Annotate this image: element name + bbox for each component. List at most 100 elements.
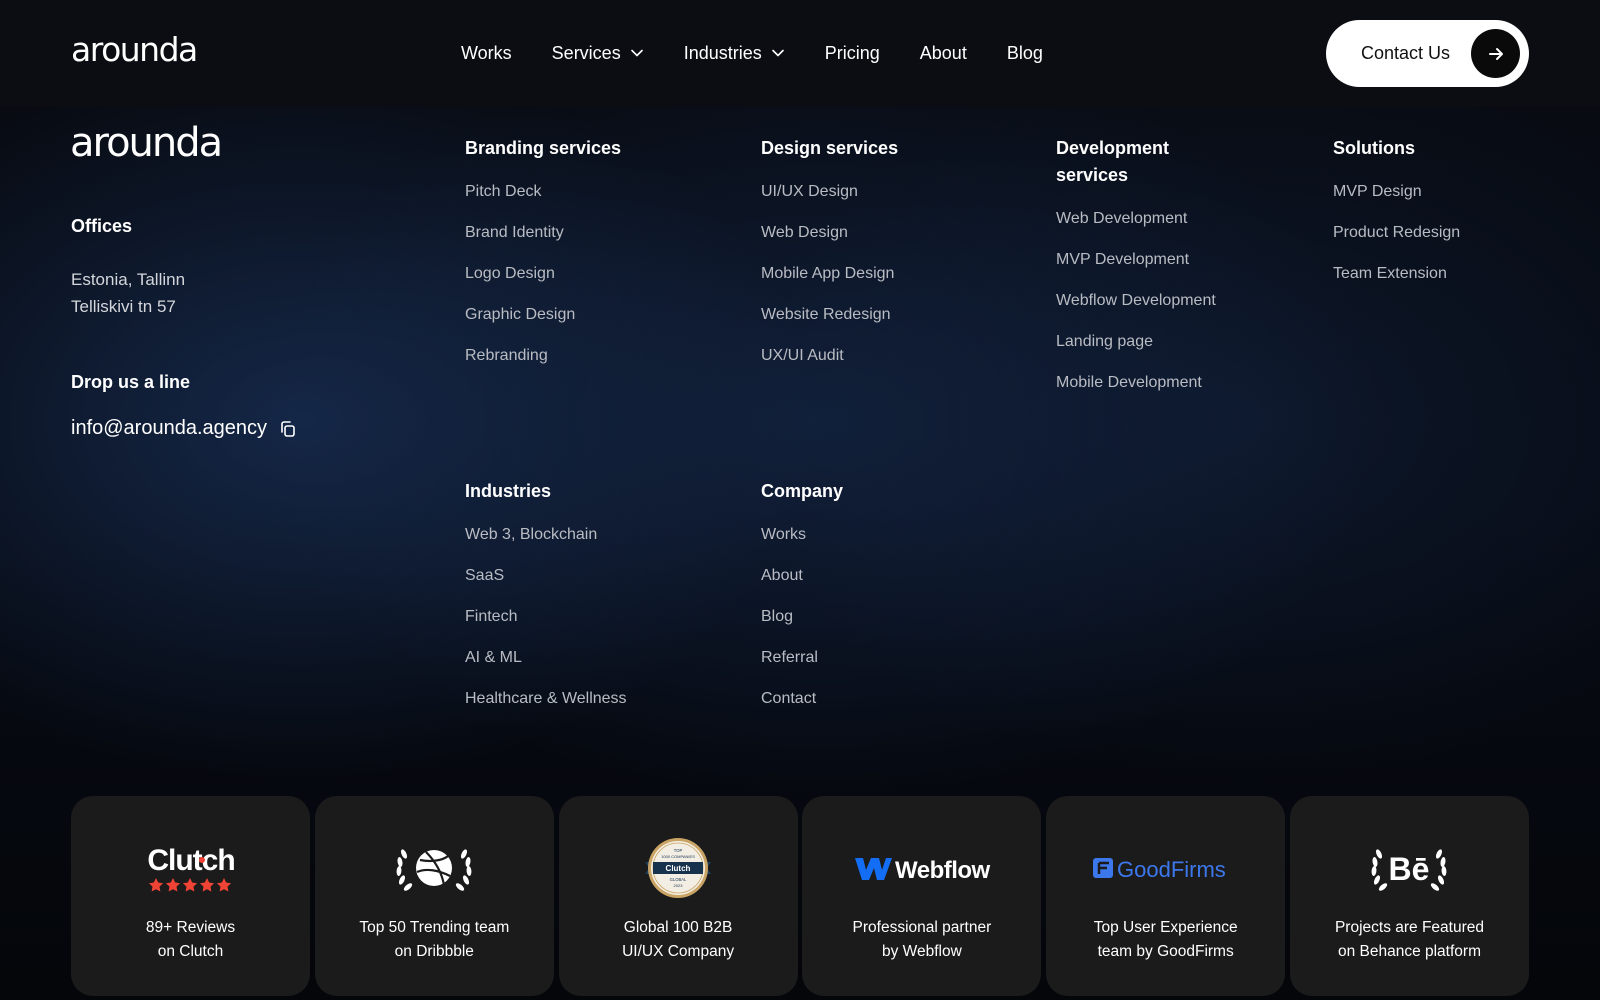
laurel-right-icon [456, 849, 472, 891]
seal-text: 2023 [674, 883, 684, 888]
nav-item-pricing[interactable]: Pricing [825, 43, 880, 64]
footer-link[interactable]: Web Design [761, 222, 898, 263]
clutch-logo: Clutch [71, 840, 310, 896]
column-title-line: Development [1056, 138, 1170, 158]
link-list: Pitch Deck Brand Identity Logo Design Gr… [465, 181, 621, 386]
design-services-column: Design services UI/UX Design Web Design … [761, 135, 898, 386]
nav-item-services[interactable]: Services [552, 43, 644, 64]
column-title-line: services [1056, 165, 1129, 185]
footer-link[interactable]: Works [761, 524, 843, 565]
badge-caption: 89+ Reviews on Clutch [71, 916, 310, 964]
footer-link[interactable]: Team Extension [1333, 263, 1460, 304]
nav-item-works[interactable]: Works [461, 43, 512, 64]
laurel-left-icon [1372, 849, 1388, 891]
footer-link[interactable]: Pitch Deck [465, 181, 621, 222]
webflow-mark-icon [854, 858, 892, 880]
footer-link[interactable]: Product Redesign [1333, 222, 1460, 263]
laurel-right-icon [1431, 849, 1447, 891]
development-services-column: Development services Web Development MVP… [1056, 135, 1216, 413]
header-logo[interactable]: arounda [71, 30, 198, 69]
footer-link[interactable]: MVP Design [1333, 181, 1460, 222]
dribbble-laurel-icon [315, 840, 554, 896]
industries-column: Industries Web 3, Blockchain SaaS Fintec… [465, 478, 627, 729]
footer-link[interactable]: Referral [761, 647, 843, 688]
badge-caption-line: Top User Experience [1093, 919, 1238, 936]
office-city: Estonia, Tallinn [71, 270, 186, 289]
footer-link[interactable]: About [761, 565, 843, 606]
footer-logo[interactable]: arounda [70, 120, 223, 166]
nav-item-label: Blog [1006, 42, 1043, 63]
offices-heading: Offices [71, 216, 133, 236]
solutions-column: Solutions MVP Design Product Redesign Te… [1333, 135, 1460, 304]
badge-caption: Top User Experience team by GoodFirms [1046, 916, 1285, 964]
behance-wordmark: Bē [1389, 851, 1430, 887]
webflow-badge[interactable]: Webflow Professional partner by Webflow [802, 796, 1042, 996]
footer-link[interactable]: SaaS [465, 565, 627, 606]
copy-icon[interactable] [279, 420, 297, 438]
footer-link[interactable]: Rebranding [465, 345, 621, 386]
footer-link[interactable]: Logo Design [465, 263, 621, 304]
badge-caption-line: team by GoodFirms [1097, 943, 1234, 960]
badge-caption-line: Professional partner [852, 919, 992, 936]
contact-us-button[interactable]: Contact Us [1326, 20, 1529, 87]
footer-link[interactable]: Webflow Development [1056, 290, 1216, 331]
nav-item-blog[interactable]: Blog [1007, 43, 1043, 64]
footer-link[interactable]: Mobile Development [1056, 372, 1216, 413]
contact-us-label: Contact Us [1361, 43, 1451, 63]
footer-link[interactable]: Brand Identity [465, 222, 621, 263]
behance-badge[interactable]: Bē Projects are Featured on Behance plat… [1289, 796, 1529, 996]
footer-link[interactable]: UX/UI Audit [761, 345, 898, 386]
link-list: UI/UX Design Web Design Mobile App Desig… [761, 181, 898, 386]
footer-link[interactable]: Healthcare & Wellness [465, 688, 627, 729]
badge-caption-line: UI/UX Company [622, 943, 735, 960]
footer-link[interactable]: Website Redesign [761, 304, 898, 345]
company-column: Company Works About Blog Referral Contac… [761, 478, 843, 729]
footer-link[interactable]: Blog [761, 606, 843, 647]
laurel-left-icon [396, 849, 413, 891]
office-street: Telliskivi tn 57 [71, 297, 176, 316]
footer-link[interactable]: Fintech [465, 606, 627, 647]
clutch-badge[interactable]: Clutch 89+ Reviews on Clutch [71, 796, 310, 996]
link-list: Web Development MVP Development Webflow … [1056, 208, 1216, 413]
goodfirms-badge[interactable]: GoodFirms Top User Experience team by Go… [1046, 796, 1286, 996]
site-header: arounda Works Services Industries Pricin… [0, 0, 1600, 107]
webflow-wordmark: Webflow [895, 857, 991, 884]
chevron-down-icon [630, 49, 643, 57]
dribbble-badge[interactable]: Top 50 Trending team on Dribbble [314, 796, 554, 996]
webflow-logo: Webflow [802, 840, 1041, 896]
column-title: Branding services [465, 138, 622, 158]
link-list: MVP Design Product Redesign Team Extensi… [1333, 181, 1460, 304]
clutch-wordmark: Clutch [147, 844, 234, 877]
chevron-down-icon [771, 49, 784, 57]
column-title: Development services [1056, 135, 1216, 189]
footer-link[interactable]: Landing page [1056, 331, 1216, 372]
badge-caption-line: 89+ Reviews [145, 919, 236, 936]
footer-link[interactable]: Contact [761, 688, 843, 729]
badge-caption-line: on Dribbble [394, 943, 474, 960]
nav-item-label: About [919, 42, 967, 63]
footer-link[interactable]: AI & ML [465, 647, 627, 688]
nav-item-label: Services [551, 42, 621, 63]
footer-link[interactable]: Web 3, Blockchain [465, 524, 627, 565]
badge-caption: Global 100 B2B UI/UX Company [559, 916, 798, 964]
goodfirms-wordmark: GoodFirms [1117, 857, 1226, 882]
office-address: Estonia, Tallinn Telliskivi tn 57 [71, 266, 185, 320]
branding-services-column: Branding services Pitch Deck Brand Ident… [465, 135, 621, 386]
footer-link[interactable]: MVP Development [1056, 249, 1216, 290]
link-list: Works About Blog Referral Contact [761, 524, 843, 729]
column-title: Company [761, 481, 844, 501]
clutch-global-badge[interactable]: TOP 1000 COMPANIES Clutch GLOBAL 2023 Gl… [558, 796, 798, 996]
badge-caption-line: by Webflow [881, 943, 962, 960]
drop-line-heading: Drop us a line [71, 372, 191, 392]
footer-link[interactable]: Web Development [1056, 208, 1216, 249]
footer-link[interactable]: UI/UX Design [761, 181, 898, 222]
star-rating-icon [148, 878, 231, 892]
footer-link[interactable]: Graphic Design [465, 304, 621, 345]
awards-row: Clutch 89+ Reviews on Clutch Top 50 Tren… [71, 796, 1529, 996]
clutch-global-seal: TOP 1000 COMPANIES Clutch GLOBAL 2023 [559, 838, 798, 898]
footer-link[interactable]: Mobile App Design [761, 263, 898, 304]
arrow-right-icon [1471, 29, 1520, 78]
nav-item-industries[interactable]: Industries [684, 43, 785, 64]
nav-item-about[interactable]: About [920, 43, 967, 64]
email-link[interactable]: info@arounda.agency [71, 417, 267, 440]
